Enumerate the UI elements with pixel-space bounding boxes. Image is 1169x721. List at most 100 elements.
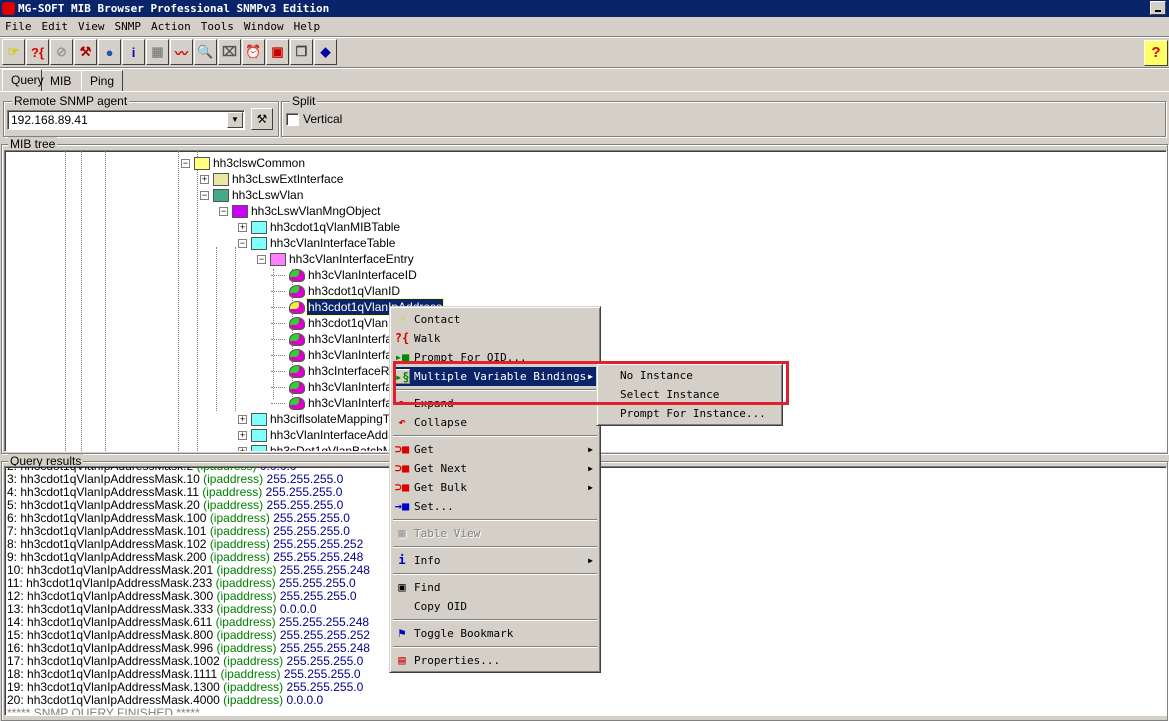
bookmark-icon: ⚑ [398, 626, 406, 640]
result-oid: 14: hh3cdot1qVlanIpAddressMask.611 [7, 615, 213, 629]
menu-item-get-next[interactable]: ⊃■ Get Next ▶ [393, 459, 597, 478]
collapse-icon[interactable]: − [219, 207, 228, 216]
menu-item-label: Contact [414, 313, 461, 326]
result-type: (ipaddress) [203, 472, 264, 486]
help-button[interactable]: ? [1144, 40, 1168, 66]
menu-item-set[interactable]: →■ Set... [393, 497, 597, 516]
menu-edit[interactable]: Edit [37, 18, 74, 36]
tree-node[interactable]: + hh3cLswExtInterface [5, 171, 1165, 187]
expand-icon[interactable]: + [238, 431, 247, 440]
tree-node[interactable]: + hh3cdot1qVlanMIBTable [5, 219, 1165, 235]
app-icon [2, 2, 15, 15]
folder-icon [251, 237, 267, 250]
menu-item-info[interactable]: i Info ▶ [393, 551, 597, 570]
menu-item-get[interactable]: ⊃■ Get ▶ [393, 440, 597, 459]
tree-node[interactable]: − hh3cLswVlan [5, 187, 1165, 203]
folder-icon [270, 253, 286, 266]
window-title: MG-SOFT MIB Browser Professional SNMPv3 … [18, 2, 330, 15]
menu-item-table-view[interactable]: ▦ Table View [393, 524, 597, 543]
tools-button[interactable]: ⚒ [74, 39, 97, 65]
stop-icon: ⊘ [56, 44, 67, 59]
result-oid: 5: hh3cdot1qVlanIpAddressMask.20 [7, 498, 200, 512]
folder-icon [251, 429, 267, 442]
agent-properties-button[interactable]: ⚒ [251, 108, 273, 130]
expand-icon[interactable]: + [200, 175, 209, 184]
bookmark-button[interactable]: ◆ [314, 39, 337, 65]
leaf-node-icon [289, 317, 305, 330]
walk-icon: ?{ [394, 331, 410, 345]
graph-icon: 〰 [174, 45, 188, 61]
stop-button[interactable]: ⊘ [50, 39, 73, 65]
windows-button[interactable]: ❐ [290, 39, 313, 65]
tree-node-label: hh3cVlanInterfac [308, 396, 399, 410]
expand-icon[interactable]: + [238, 415, 247, 424]
menu-item-properties[interactable]: ▤ Properties... [393, 651, 597, 670]
result-type: (ipaddress) [216, 641, 277, 655]
result-value: 255.255.255.248 [279, 563, 370, 577]
tree-node[interactable]: hh3cVlanInterfaceID [5, 267, 1165, 283]
menu-file[interactable]: File [0, 18, 37, 36]
graph-button[interactable]: 〰 [170, 39, 193, 65]
result-value: 255.255.255.252 [279, 628, 370, 642]
collapse-icon[interactable]: − [181, 159, 190, 168]
tab-mib[interactable]: MIB [41, 70, 82, 91]
trap-icon: ⌧ [222, 44, 237, 59]
tree-node[interactable]: − hh3cVlanInterfaceEntry [5, 251, 1165, 267]
tree-node[interactable]: − hh3cLswVlanMngObject [5, 203, 1165, 219]
vertical-checkbox[interactable] [286, 113, 299, 126]
walk-button[interactable]: ?{ [26, 39, 49, 65]
menu-bar: File Edit View SNMP Action Tools Window Help [0, 18, 325, 36]
result-oid: 20: hh3cdot1qVlanIpAddressMask.4000 [7, 693, 220, 707]
menu-item-walk[interactable]: ?{Walk [393, 329, 597, 348]
menu-item-copy-oid[interactable]: Copy OID [393, 597, 597, 616]
get-next-icon: ⊃■ [394, 461, 410, 475]
result-value: 255.255.255.0 [286, 654, 364, 668]
info-button[interactable]: i [122, 39, 145, 65]
result-type: (ipaddress) [215, 615, 276, 629]
properties-button[interactable]: ▣ [266, 39, 289, 65]
contact-button[interactable]: ☞ [2, 39, 25, 65]
collapse-icon[interactable]: − [238, 239, 247, 248]
tab-ping[interactable]: Ping [81, 70, 123, 91]
menu-view[interactable]: View [73, 18, 110, 36]
menu-tools[interactable]: Tools [196, 18, 239, 36]
menu-item-collapse[interactable]: ↶ Collapse [393, 413, 597, 432]
minimize-button[interactable] [1150, 1, 1166, 15]
menu-item-contact[interactable]: ☞ Contact [393, 310, 597, 329]
remote-agent-combo[interactable]: 192.168.89.41 ▼ [7, 110, 245, 130]
tree-node[interactable]: − hh3cVlanInterfaceTable [5, 235, 1165, 251]
trap-button[interactable]: ⌧ [218, 39, 241, 65]
tab-query[interactable]: Query [2, 69, 44, 91]
result-type: (ipaddress) [216, 589, 277, 603]
table-button[interactable]: ▦ [146, 39, 169, 65]
tree-node[interactable]: − hh3clswCommon [5, 155, 1165, 171]
search-button[interactable]: 🔍 [194, 39, 217, 65]
menu-item-toggle-bookmark[interactable]: ⚑ Toggle Bookmark [393, 624, 597, 643]
folder-icon [213, 173, 229, 186]
tree-node-label: hh3cLswVlanMngObject [251, 204, 381, 218]
globe-button[interactable]: ● [98, 39, 121, 65]
expand-icon[interactable]: + [238, 447, 247, 451]
collapse-icon[interactable]: − [257, 255, 266, 264]
menu-item-find[interactable]: ▣ Find [393, 578, 597, 597]
result-type: (ipaddress) [202, 485, 263, 499]
menu-snmp[interactable]: SNMP [110, 18, 147, 36]
folder-icon [251, 221, 267, 234]
menu-action[interactable]: Action [146, 18, 196, 36]
tree-node[interactable]: hh3cdot1qVlanID [5, 283, 1165, 299]
menu-help[interactable]: Help [289, 18, 326, 36]
title-bar: MG-SOFT MIB Browser Professional SNMPv3 … [0, 0, 1169, 17]
tree-node-label: hh3cInterfaceRo [308, 364, 397, 378]
collapse-icon[interactable]: − [200, 191, 209, 200]
alarm-button[interactable]: ⏰ [242, 39, 265, 65]
submenu-item-prompt-for-instance[interactable]: Prompt For Instance... [600, 404, 779, 423]
result-oid: 10: hh3cdot1qVlanIpAddressMask.201 [7, 563, 214, 577]
expand-icon[interactable]: + [238, 223, 247, 232]
dropdown-arrow-icon[interactable]: ▼ [227, 112, 243, 128]
result-oid: 3: hh3cdot1qVlanIpAddressMask.10 [7, 472, 200, 486]
search-icon: 🔍 [197, 44, 214, 59]
menu-item-get-bulk[interactable]: ⊃■ Get Bulk ▶ [393, 478, 597, 497]
menu-window[interactable]: Window [239, 18, 289, 36]
result-oid: 18: hh3cdot1qVlanIpAddressMask.1111 [7, 667, 218, 681]
vertical-label: Vertical [303, 112, 343, 126]
